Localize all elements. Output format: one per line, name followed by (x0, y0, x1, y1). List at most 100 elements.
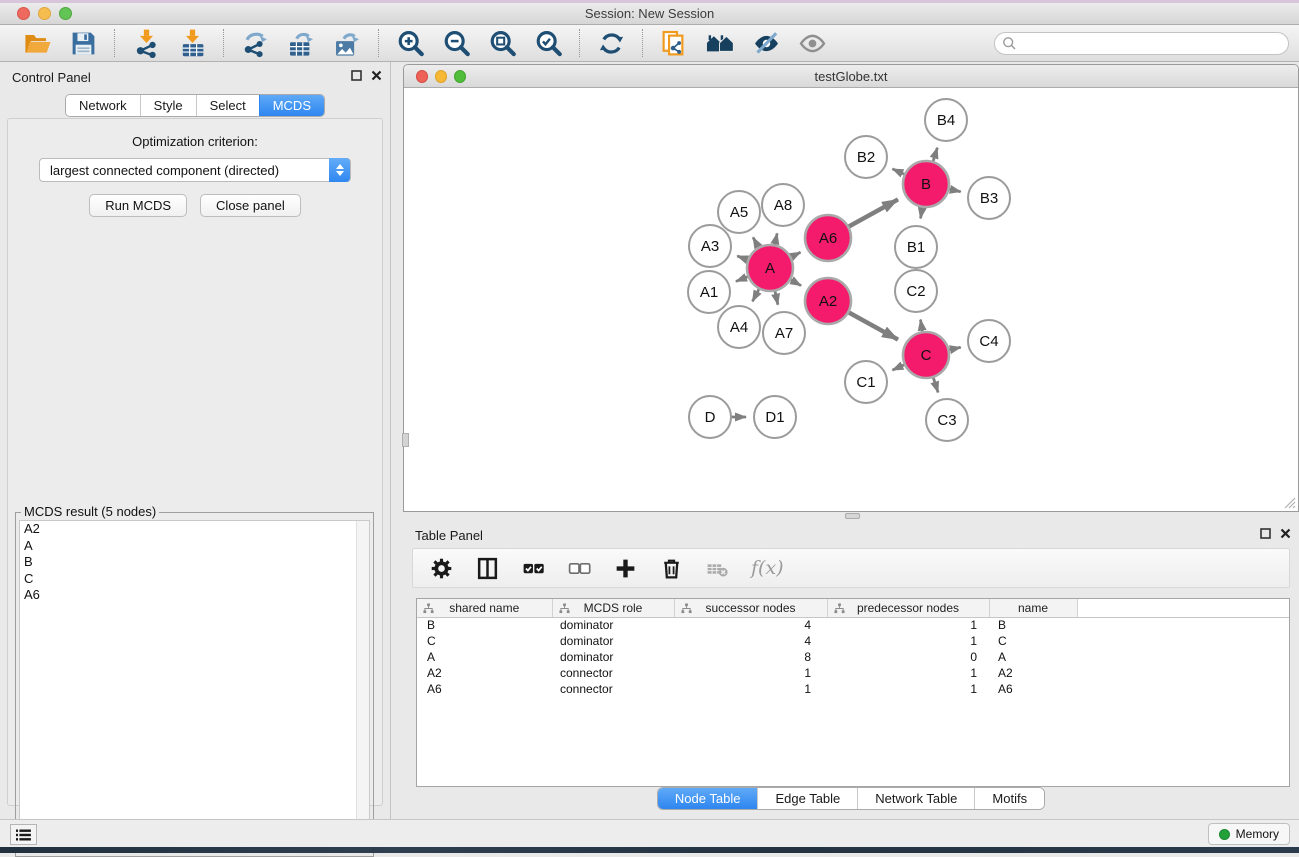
close-panel-icon[interactable] (1280, 528, 1291, 539)
task-history-button[interactable] (10, 824, 37, 845)
tab-edge-table[interactable]: Edge Table (757, 788, 857, 809)
svg-text:A4: A4 (730, 319, 748, 336)
table-row[interactable]: A2connector11A2 (417, 665, 1289, 681)
export-table-icon[interactable] (282, 27, 320, 59)
table-header-row: shared name MCDS role successor nodes pr… (417, 599, 1289, 617)
close-panel-button[interactable]: Close panel (200, 194, 301, 217)
toolbar-separator (642, 29, 643, 57)
table-panel: Table Panel (403, 520, 1299, 818)
graph-node-A5[interactable]: A5 (718, 191, 760, 233)
save-session-icon[interactable] (64, 27, 102, 59)
graph-node-B4[interactable]: B4 (925, 99, 967, 141)
tab-select[interactable]: Select (196, 95, 259, 116)
graph-node-A3[interactable]: A3 (689, 225, 731, 267)
graph-node-B[interactable]: B (903, 161, 949, 207)
table-row[interactable]: Adominator80A (417, 649, 1289, 665)
graph-node-C2[interactable]: C2 (895, 270, 937, 312)
float-panel-icon[interactable] (1260, 528, 1271, 539)
graph-node-A6[interactable]: A6 (805, 215, 851, 261)
column-header-shared-name[interactable]: shared name (417, 599, 552, 617)
list-item[interactable]: C (20, 571, 369, 588)
graph-node-B2[interactable]: B2 (845, 136, 887, 178)
zoom-in-icon[interactable] (391, 27, 429, 59)
export-image-icon[interactable] (328, 27, 366, 59)
list-item[interactable]: A2 (20, 521, 369, 538)
open-file-icon[interactable] (18, 27, 56, 59)
svg-text:A8: A8 (774, 197, 792, 214)
delete-column-icon[interactable] (659, 556, 684, 581)
memory-button[interactable]: Memory (1208, 823, 1290, 845)
column-header-name[interactable]: name (989, 599, 1077, 617)
graph-node-C3[interactable]: C3 (926, 399, 968, 441)
table-row[interactable]: Cdominator41C (417, 633, 1289, 649)
zoom-selected-icon[interactable] (529, 27, 567, 59)
mcds-result-legend: MCDS result (5 nodes) (21, 504, 159, 519)
column-header-successor-nodes[interactable]: successor nodes (674, 599, 827, 617)
deselect-all-rows-icon[interactable] (567, 556, 592, 581)
export-network-icon[interactable] (236, 27, 274, 59)
zoom-fit-icon[interactable] (483, 27, 521, 59)
delete-table-icon-disabled[interactable] (705, 556, 730, 581)
home-icon[interactable] (701, 27, 739, 59)
control-panel-title: Control Panel (12, 70, 91, 85)
scrollbar[interactable] (356, 521, 369, 852)
tab-node-table[interactable]: Node Table (658, 788, 758, 809)
flow-column-icon (559, 603, 570, 617)
close-panel-icon[interactable] (371, 70, 382, 81)
column-header-mcds-role[interactable]: MCDS role (552, 599, 674, 617)
create-column-icon[interactable] (613, 556, 638, 581)
list-item[interactable]: A (20, 538, 369, 555)
hide-graphics-details-icon[interactable] (747, 27, 785, 59)
list-item[interactable]: B (20, 554, 369, 571)
graph-node-A4[interactable]: A4 (718, 306, 760, 348)
flow-column-icon (834, 603, 845, 617)
svg-text:C4: C4 (979, 333, 998, 350)
network-window-titlebar[interactable]: testGlobe.txt (404, 65, 1298, 88)
select-all-rows-icon[interactable] (521, 556, 546, 581)
svg-text:B1: B1 (907, 239, 925, 256)
graph-node-A[interactable]: A (747, 245, 793, 291)
show-columns-icon[interactable] (475, 556, 500, 581)
function-builder-icon-disabled[interactable]: f(x) (751, 557, 784, 579)
graph-node-C4[interactable]: C4 (968, 320, 1010, 362)
graph-node-D1[interactable]: D1 (754, 396, 796, 438)
graph-node-B1[interactable]: B1 (895, 226, 937, 268)
graph-node-A7[interactable]: A7 (763, 312, 805, 354)
show-graphics-details-icon[interactable] (793, 27, 831, 59)
svg-text:B3: B3 (980, 190, 998, 207)
memory-label: Memory (1236, 827, 1279, 841)
svg-text:A1: A1 (700, 284, 718, 301)
horizontal-divider-handle[interactable] (845, 513, 860, 519)
refresh-icon[interactable] (592, 27, 630, 59)
graph-node-C[interactable]: C (903, 332, 949, 378)
run-mcds-button[interactable]: Run MCDS (89, 194, 187, 217)
table-settings-gear-icon[interactable] (429, 556, 454, 581)
graph-node-A2[interactable]: A2 (805, 278, 851, 324)
app-titlebar: Session: New Session (0, 3, 1299, 25)
float-panel-icon[interactable] (351, 70, 362, 81)
table-row[interactable]: Bdominator41B (417, 617, 1289, 633)
search-input[interactable] (994, 32, 1289, 55)
tab-mcds[interactable]: MCDS (259, 95, 324, 116)
graph-node-B3[interactable]: B3 (968, 177, 1010, 219)
tab-network-table[interactable]: Network Table (857, 788, 974, 809)
network-canvas[interactable]: A5 A8 A3 A1 A4 A7 A A6 A2 B2 B4 B B3 B1 C2 C4 C C1 C3 D D1 (404, 88, 1298, 511)
network-document-icon[interactable] (655, 27, 693, 59)
graph-node-A1[interactable]: A1 (688, 271, 730, 313)
window-resize-grip[interactable] (1282, 495, 1296, 509)
column-header-predecessor-nodes[interactable]: predecessor nodes (827, 599, 989, 617)
svg-text:C3: C3 (937, 412, 956, 429)
zoom-out-icon[interactable] (437, 27, 475, 59)
graph-node-C1[interactable]: C1 (845, 361, 887, 403)
panel-divider-handle[interactable] (402, 433, 409, 447)
import-network-icon[interactable] (127, 27, 165, 59)
tab-motifs[interactable]: Motifs (974, 788, 1044, 809)
import-table-icon[interactable] (173, 27, 211, 59)
graph-node-A8[interactable]: A8 (762, 184, 804, 226)
tab-network[interactable]: Network (66, 95, 140, 116)
list-item[interactable]: A6 (20, 587, 369, 604)
tab-style[interactable]: Style (140, 95, 196, 116)
criterion-select[interactable]: largest connected component (directed) (39, 158, 351, 182)
table-row[interactable]: A6connector11A6 (417, 681, 1289, 697)
graph-node-D[interactable]: D (689, 396, 731, 438)
